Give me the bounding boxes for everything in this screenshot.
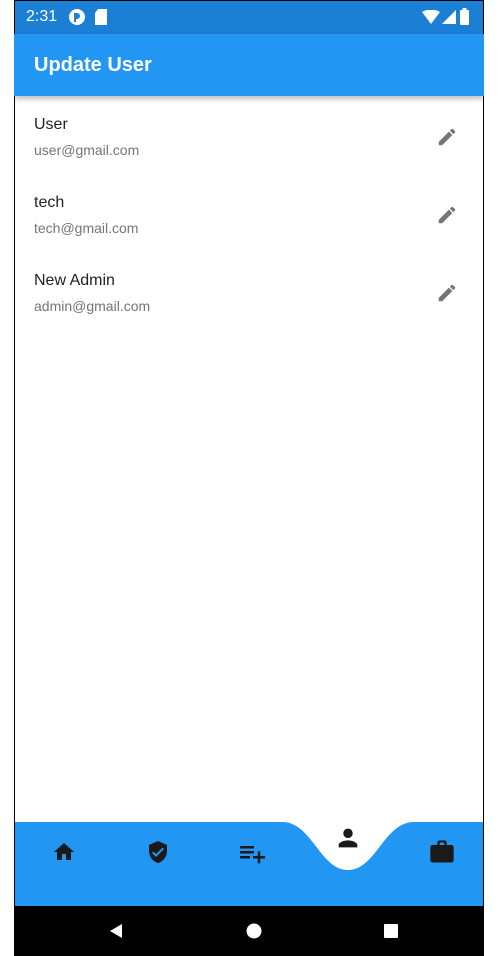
user-name: tech xyxy=(34,194,65,211)
wifi-icon xyxy=(422,9,440,29)
edit-icon[interactable] xyxy=(432,200,462,230)
recents-icon[interactable] xyxy=(376,916,406,946)
user-email: admin@gmail.com xyxy=(34,298,151,314)
home-circle-icon[interactable] xyxy=(239,916,269,946)
home-icon[interactable] xyxy=(44,832,84,872)
user-list-item[interactable]: tech tech@gmail.com xyxy=(14,174,484,252)
signal-icon xyxy=(442,10,456,29)
page-title: Update User xyxy=(34,54,152,76)
user-name: User xyxy=(34,116,68,133)
edit-icon[interactable] xyxy=(432,122,462,152)
status-bar: 2:31 xyxy=(14,0,484,34)
edit-icon[interactable] xyxy=(432,278,462,308)
user-list-item[interactable]: User user@gmail.com xyxy=(14,96,484,174)
shield-check-icon[interactable] xyxy=(138,832,178,872)
phone-screen: 2:31 Update User User user@gmail.com tec… xyxy=(14,0,484,956)
notification-app-icon xyxy=(68,8,86,31)
bottom-navigation xyxy=(14,822,484,906)
briefcase-icon[interactable] xyxy=(422,832,462,872)
user-list-item[interactable]: New Admin admin@gmail.com xyxy=(14,252,484,330)
user-email: tech@gmail.com xyxy=(34,220,139,236)
sd-card-icon xyxy=(94,8,108,31)
person-icon[interactable] xyxy=(328,818,368,858)
system-navigation-bar xyxy=(14,906,484,956)
user-list: User user@gmail.com tech tech@gmail.com … xyxy=(14,96,484,330)
back-icon[interactable] xyxy=(101,916,131,946)
app-bar: Update User xyxy=(14,34,484,96)
user-email: user@gmail.com xyxy=(34,142,140,158)
battery-icon xyxy=(460,8,469,30)
playlist-add-icon[interactable] xyxy=(232,832,272,872)
status-time: 2:31 xyxy=(26,8,58,25)
user-name: New Admin xyxy=(34,272,115,289)
